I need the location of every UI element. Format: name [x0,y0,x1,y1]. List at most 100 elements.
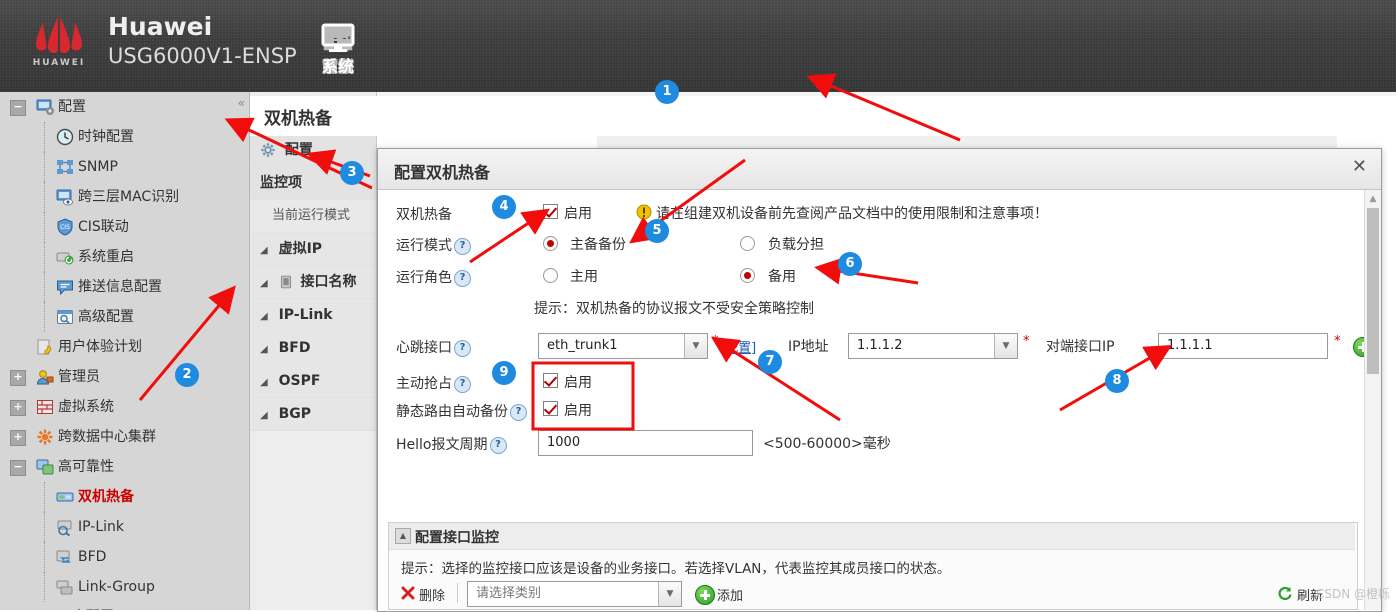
brand-block: Huawei USG6000V1-ENSP [108,12,297,70]
chevron-down-icon[interactable]: ▼ [994,334,1017,358]
sidebar-item-virtual-system[interactable]: + 虚拟系统 [0,392,249,422]
sidebar-item-system-restart[interactable]: 系统重启 [0,242,249,272]
plus-circle-icon[interactable] [695,585,715,605]
scroll-up-icon[interactable]: ▲ [1367,193,1379,205]
delete-button[interactable]: 删除 [419,585,445,604]
page-title: 双机热备 [264,109,332,129]
tree-toggle-icon[interactable]: + [10,400,26,416]
sidebar-label: 配置 [58,99,86,115]
nav-tab-system[interactable]: 系统 [300,20,376,86]
panel-item-bfd[interactable]: ◢ BFD [250,332,376,365]
dialog-scrollbar[interactable]: ▲ [1364,190,1381,610]
sidebar-tree: « − 配置 时钟配置 SNMP 跨三层MAC识别 CIS CIS联动 系统重启… [0,92,250,610]
help-icon[interactable]: ? [454,340,471,357]
svg-text:CIS: CIS [60,224,70,231]
sidebar-label: BFD [78,549,107,565]
peer-ip-input[interactable]: 1.1.1.1 [1158,333,1328,359]
annotation-badge-3: 3 [340,161,364,185]
sidebar-item-cross-datacenter-cluster[interactable]: + 跨数据中心集群 [0,422,249,452]
admin-icon [36,370,54,385]
static-route-checkbox[interactable] [543,401,558,416]
sidebar-item-link-group[interactable]: Link-Group [0,572,249,602]
hotstandby-icon [56,492,74,502]
row-hello-interval: Hello报文周期? 1000 <500-60000>毫秒 [378,428,1358,458]
run-mode-radio-active-standby[interactable] [543,236,558,251]
triangle-icon: ◢ [260,344,268,355]
hot-standby-config-dialog: 配置双机热备 ✕ 双机热备 启用 请在组建双机设备前先查阅产品文档中的使用限制和… [377,148,1382,612]
interface-icon [280,275,291,289]
panel-item-virtual-ip[interactable]: ◢ 虚拟IP [250,233,376,266]
interface-monitor-title: 配置接口监控 [415,530,499,546]
run-role-radio-standby[interactable] [740,268,755,283]
collapse-icon[interactable]: ▲ [395,528,411,544]
panel-item-label: BFD [278,340,311,356]
sidebar-item-ip-link[interactable]: IP-Link [0,512,249,542]
tree-toggle-icon[interactable]: + [10,370,26,386]
sidebar-item-advanced-config[interactable]: 高级配置 [0,302,249,332]
run-mode-option-left-label: 主备备份 [570,237,626,253]
panel-item-current-run-mode[interactable]: 当前运行模式 [250,200,376,233]
panel-item-ip-link[interactable]: ◢ IP-Link [250,299,376,332]
run-role-radio-master[interactable] [543,268,558,283]
sidebar-item-user-experience-plan[interactable]: 用户体验计划 [0,332,249,362]
hot-standby-warning-text: 请在组建双机设备前先查阅产品文档中的使用限制和注意事项！ [656,206,1048,222]
add-button[interactable]: 添加 [717,585,743,604]
linkgroup-icon [56,580,73,595]
heartbeat-label: 心跳接口? [396,337,471,357]
peer-ip-label: 对端接口IP [1046,339,1115,355]
chevron-down-icon[interactable]: ▼ [658,582,681,606]
required-asterisk: * [1334,334,1341,349]
sidebar-label: 管理员 [58,369,100,385]
heartbeat-ip-value: 1.1.1.2 [857,338,903,353]
run-mode-radio-load-balance[interactable] [740,236,755,251]
sidebar-item-hot-standby[interactable]: 双机热备 [0,482,249,512]
device-model: USG6000V1-ENSP [108,44,297,68]
hot-standby-checkbox-label: 启用 [564,206,592,222]
scrollbar-thumb[interactable] [1367,208,1379,374]
close-icon[interactable]: ✕ [1352,157,1367,177]
help-icon[interactable]: ? [489,437,507,454]
help-icon[interactable]: ? [454,376,471,393]
dialog-body: 双机热备 启用 请在组建双机设备前先查阅产品文档中的使用限制和注意事项！ 运行模… [378,190,1379,610]
panel-item-label: IP-Link [278,307,333,323]
sidebar-item-cis-linkage[interactable]: CIS CIS联动 [0,212,249,242]
annotation-badge-6: 6 [838,252,862,276]
panel-item-bgp[interactable]: ◢ BGP [250,398,376,431]
chevron-down-icon[interactable]: ▼ [684,334,707,358]
bfd-icon [56,550,71,563]
interface-monitor-section: ▲ 配置接口监控 提示：选择的监控接口应该是设备的业务接口。若选择VLAN，代表… [388,522,1358,610]
help-icon[interactable]: ? [510,404,527,421]
tree-toggle-icon[interactable]: − [10,460,26,476]
hot-standby-checkbox[interactable] [543,204,558,219]
row-heartbeat: 心跳接口? eth_trunk1 ▼ * [配置] IP地址 1.1.1.2 ▼… [378,332,1373,362]
category-select[interactable]: 请选择类别 ▼ [467,581,682,607]
help-icon[interactable]: ? [454,238,471,255]
hot-standby-label: 双机热备 [396,207,452,223]
heartbeat-config-link[interactable]: [配置] [720,337,756,356]
hello-interval-input[interactable]: 1000 [538,430,753,456]
annotation-badge-5: 5 [645,219,669,243]
sidebar-item-snmp[interactable]: SNMP [0,152,249,182]
panel-item-label: BGP [278,406,312,422]
sidebar-item-config[interactable]: − 配置 [0,92,249,122]
row-hot-standby: 双机热备 启用 请在组建双机设备前先查阅产品文档中的使用限制和注意事项！ [378,200,1358,228]
tree-toggle-icon[interactable]: + [10,430,26,446]
sidebar-item-push-info-config[interactable]: 推送信息配置 [0,272,249,302]
sidebar-item-high-reliability[interactable]: − 高可靠性 [0,452,249,482]
sidebar-item-clock-config[interactable]: 时钟配置 [0,122,249,152]
help-icon[interactable]: ? [454,270,471,287]
panel-item-interface-name[interactable]: ◢ 接口名称 [250,266,376,299]
heartbeat-interface-select[interactable]: eth_trunk1 ▼ [538,333,708,359]
dialog-title: 配置双机热备 [394,163,491,182]
static-route-label-text: 静态路由自动备份 [396,404,508,420]
sidebar-item-mac-recognition[interactable]: 跨三层MAC识别 [0,182,249,212]
sidebar-label: 跨三层MAC识别 [78,189,180,205]
row-preempt: 主动抢占? 启用 [378,370,1358,398]
sidebar-item-log-config[interactable]: + 日志配置 [0,602,249,610]
heartbeat-ip-select[interactable]: 1.1.1.2 ▼ [848,333,1018,359]
sidebar-item-administrator[interactable]: + 管理员 [0,362,249,392]
sidebar-item-bfd[interactable]: BFD [0,542,249,572]
panel-item-ospf[interactable]: ◢ OSPF [250,365,376,398]
preempt-checkbox[interactable] [543,373,558,388]
tree-toggle-icon[interactable]: − [10,100,26,116]
